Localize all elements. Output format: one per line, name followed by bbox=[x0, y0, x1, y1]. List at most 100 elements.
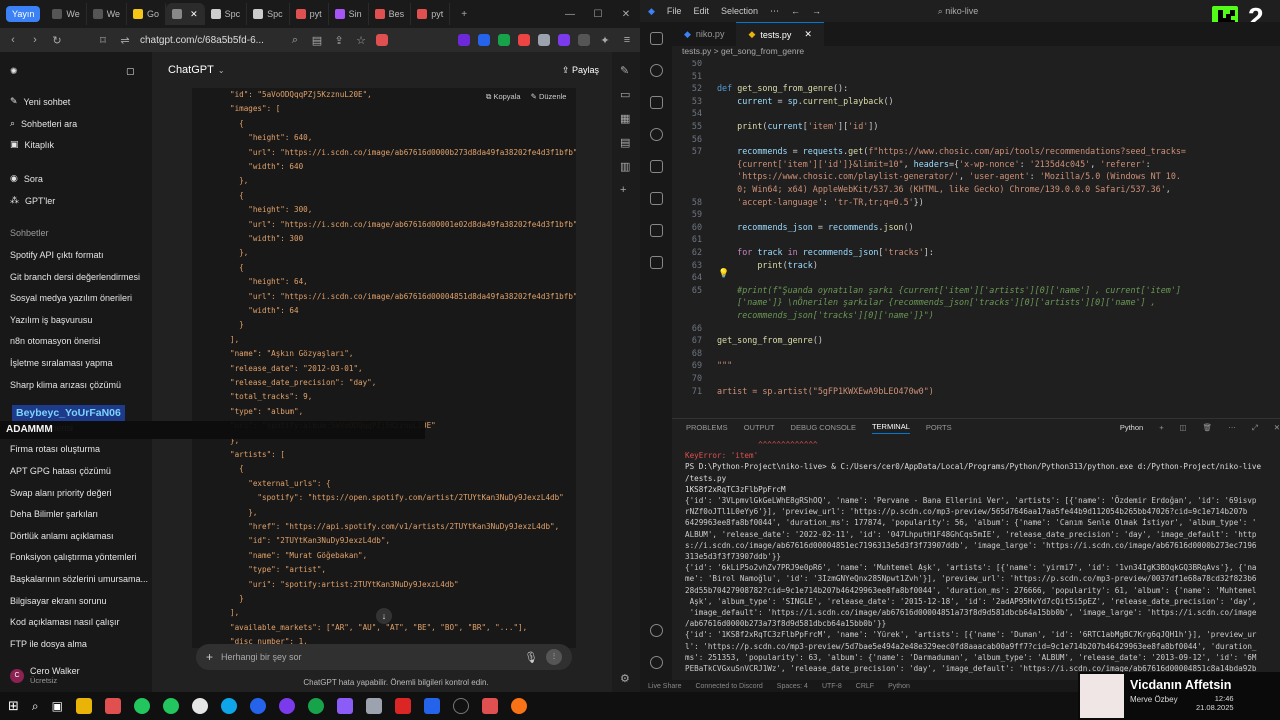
start-windows-icon[interactable]: ⊞ bbox=[8, 698, 19, 714]
sidebar-panel-icon[interactable]: ✎ bbox=[620, 64, 629, 77]
maximize-panel-icon[interactable]: ⤢ bbox=[1252, 423, 1258, 433]
terminal-shell-label[interactable]: Python bbox=[1120, 423, 1143, 432]
add-panel-icon[interactable]: + bbox=[620, 184, 626, 196]
reader-icon[interactable]: ▤ bbox=[310, 34, 324, 47]
share-button[interactable]: ⇪ Paylaş bbox=[562, 65, 599, 76]
browser-tab[interactable]: We bbox=[87, 3, 128, 25]
forward-icon[interactable]: → bbox=[812, 6, 821, 16]
settings-gear-icon[interactable]: ⚙ bbox=[620, 672, 630, 685]
chat-list-item[interactable]: Firma rotası oluşturma bbox=[10, 444, 100, 454]
chat-list-item[interactable]: Sosyal medya yazılım önerileri bbox=[10, 293, 132, 303]
extension-icon[interactable] bbox=[578, 34, 590, 46]
run-debug-icon[interactable] bbox=[650, 160, 663, 173]
chat-list-item[interactable]: İşletme sıralaması yapma bbox=[10, 358, 113, 368]
github-icon[interactable] bbox=[452, 698, 469, 714]
tab-niko-py[interactable]: ◆ niko.py bbox=[672, 22, 736, 46]
account-icon[interactable] bbox=[650, 624, 663, 637]
zoom-icon[interactable]: ⌕ bbox=[288, 34, 302, 47]
status-item[interactable]: UTF-8 bbox=[822, 683, 842, 690]
lightbulb-icon[interactable]: 💡 bbox=[718, 269, 729, 279]
sidebar-toggle-icon[interactable]: ▢ bbox=[126, 66, 135, 77]
search-icon[interactable] bbox=[650, 64, 663, 77]
tab-tests-py[interactable]: ◆ tests.py ✕ bbox=[736, 22, 824, 46]
bookmark-icon[interactable]: ⌑ bbox=[96, 34, 110, 47]
plus-icon[interactable]: + bbox=[206, 650, 213, 664]
scroll-down-icon[interactable]: ↓ bbox=[376, 608, 392, 624]
explorer-icon[interactable] bbox=[650, 32, 663, 45]
chat-list-item[interactable]: Git branch dersi değerlendirmesi bbox=[10, 272, 140, 282]
chat-list-item[interactable]: n8n otomasyon önerisi bbox=[10, 336, 101, 346]
back-icon[interactable]: ‹ bbox=[6, 34, 20, 46]
close-window-icon[interactable]: ✕ bbox=[612, 9, 640, 20]
close-tab-icon[interactable]: ✕ bbox=[804, 29, 812, 40]
brave-icon[interactable] bbox=[481, 698, 498, 714]
share-page-icon[interactable]: ⇪ bbox=[332, 34, 346, 47]
terminal[interactable]: ^^^^^^^^^^^^^ KeyError: 'item' PS D:\Pytho… bbox=[672, 438, 1280, 680]
panel-icon[interactable]: ▦ bbox=[620, 112, 630, 125]
slack-icon[interactable] bbox=[191, 698, 208, 714]
user-profile[interactable]: C Cero Walker Ücretsiz bbox=[10, 666, 80, 686]
panel-tab[interactable]: PROBLEMS bbox=[686, 423, 728, 432]
url-field[interactable]: chatgpt.com/c/68a5b5fd-6... bbox=[140, 35, 280, 46]
status-item[interactable]: Connected to Discord bbox=[695, 683, 762, 690]
breadcrumb[interactable]: tests.py > get_song_from_genre bbox=[672, 46, 1280, 60]
extension-icon[interactable] bbox=[498, 34, 510, 46]
microphone-icon[interactable]: 🎙 bbox=[524, 651, 538, 664]
browser-tab[interactable]: We bbox=[46, 3, 87, 25]
composer[interactable]: + Herhangi bir şey sor 🎙 ⫶ bbox=[196, 644, 572, 670]
browser-tab[interactable]: Spc bbox=[205, 3, 248, 25]
panel-icon[interactable]: ▭ bbox=[620, 88, 630, 101]
brave-shield-icon[interactable] bbox=[376, 34, 388, 46]
stream-badge[interactable]: Yayın bbox=[6, 6, 41, 22]
puzzle-icon[interactable]: ✦ bbox=[598, 34, 612, 47]
brave-icon[interactable] bbox=[104, 698, 121, 714]
chat-list-item[interactable]: APT GPG hatası çözümü bbox=[10, 466, 111, 476]
source-control-icon[interactable] bbox=[650, 128, 663, 141]
chat-list-item[interactable]: Bilgisayar ekranı sorunu bbox=[10, 596, 107, 606]
chevron-down-icon[interactable]: ⌄ bbox=[218, 66, 225, 75]
browser-tab[interactable]: pyt bbox=[290, 3, 329, 25]
chat-list-item[interactable]: Sharp klima arızası çözümü bbox=[10, 380, 121, 390]
status-item[interactable]: Live Share bbox=[648, 683, 681, 690]
app-icon[interactable] bbox=[365, 698, 382, 714]
openai-logo-icon[interactable]: ✺ bbox=[10, 66, 18, 77]
model-selector[interactable]: ChatGPT bbox=[168, 64, 214, 76]
panel-tab[interactable]: DEBUG CONSOLE bbox=[791, 423, 856, 432]
new-tab-icon[interactable]: + bbox=[450, 9, 478, 20]
gpts-button[interactable]: ⁂ GPT'ler bbox=[10, 195, 55, 206]
menu-icon[interactable]: ≡ bbox=[620, 34, 634, 46]
site-info-icon[interactable]: ⇌ bbox=[118, 34, 132, 47]
chat-list-item[interactable]: Başkalarının sözlerini umursama... bbox=[10, 574, 148, 584]
chat-list-item[interactable]: Yazılım iş başvurusu bbox=[10, 315, 92, 325]
back-icon[interactable]: ← bbox=[791, 6, 800, 16]
menu-edit[interactable]: Edit bbox=[693, 6, 709, 16]
vscode-icon[interactable] bbox=[423, 698, 440, 714]
live-share-icon[interactable] bbox=[650, 96, 663, 109]
extension-icon[interactable] bbox=[518, 34, 530, 46]
chat-list-item[interactable]: Fonksiyon çalıştırma yöntemleri bbox=[10, 552, 137, 562]
extension-icon[interactable] bbox=[458, 34, 470, 46]
voice-mode-icon[interactable]: ⫶ bbox=[546, 649, 562, 665]
zoom-icon[interactable] bbox=[249, 698, 266, 714]
extensions-icon[interactable] bbox=[650, 224, 663, 237]
minimize-icon[interactable]: — bbox=[556, 9, 584, 20]
postman-icon[interactable] bbox=[510, 698, 527, 714]
sora-button[interactable]: ◉ Sora bbox=[10, 173, 43, 184]
extension-icon[interactable] bbox=[538, 34, 550, 46]
chat-list-item[interactable]: Spotify API çıktı formatı bbox=[10, 250, 104, 260]
browser-tab[interactable]: Bes bbox=[369, 3, 412, 25]
search-chats-button[interactable]: ⌕ Sohbetleri ara bbox=[10, 118, 77, 129]
command-center[interactable]: ⌕ niko-live bbox=[873, 6, 1043, 17]
copy-code-button[interactable]: ⧉ Kopyala bbox=[486, 92, 521, 102]
file-explorer-icon[interactable] bbox=[75, 698, 92, 714]
whatsapp-icon[interactable] bbox=[162, 698, 179, 714]
more-actions-icon[interactable]: ⋯ bbox=[1228, 423, 1236, 432]
flask-icon[interactable] bbox=[650, 256, 663, 269]
status-item[interactable]: Spaces: 4 bbox=[777, 683, 808, 690]
panel-icon[interactable]: ▥ bbox=[620, 160, 630, 173]
manage-gear-icon[interactable] bbox=[650, 656, 663, 669]
library-button[interactable]: ▣ Kitaplık bbox=[10, 139, 54, 150]
chat-list-item[interactable]: FTP ile dosya alma bbox=[10, 639, 87, 649]
star-icon[interactable]: ☆ bbox=[354, 34, 368, 47]
testing-icon[interactable] bbox=[650, 192, 663, 205]
